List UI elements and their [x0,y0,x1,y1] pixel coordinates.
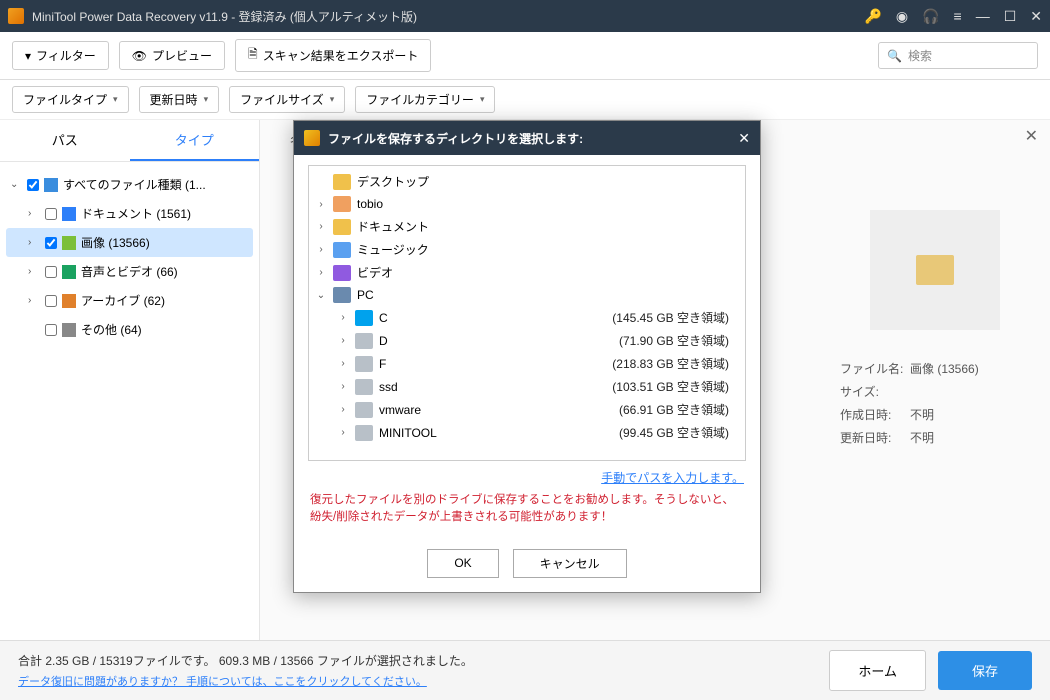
dir-row[interactable]: › F (218.83 GB 空き領域) [313,352,741,375]
drive-icon [355,379,373,395]
chevron-icon: › [337,381,349,392]
dir-row[interactable]: › tobio [313,193,741,215]
folder-icon [333,174,351,190]
dir-name: MINITOOL [379,426,613,440]
pc-icon [333,287,351,303]
warning-text: 復元したファイルを別のドライブに保存することをお勧めします。そうしないと、紛失/… [310,492,744,527]
dir-name: ミュージック [357,241,723,258]
drive-icon [355,333,373,349]
dir-freespace: (218.83 GB 空き領域) [612,355,729,372]
drive-icon [355,356,373,372]
chevron-icon: › [337,358,349,369]
dir-name: デスクトップ [357,173,723,190]
chevron-icon: ⌄ [315,290,327,301]
dir-row[interactable]: › MINITOOL (99.45 GB 空き領域) [313,421,741,444]
dir-row[interactable]: デスクトップ [313,170,741,193]
dir-name: D [379,334,613,348]
dir-row[interactable]: › ビデオ [313,261,741,284]
dir-freespace: (71.90 GB 空き領域) [619,332,729,349]
cancel-button[interactable]: キャンセル [513,549,627,578]
dir-name: ビデオ [357,264,723,281]
dir-name: tobio [357,197,723,211]
directory-tree[interactable]: デスクトップ › tobio › ドキュメント › ミュージック › ビデオ ⌄ PC › C (145.… [308,165,746,461]
dialog-close-icon[interactable]: ✕ [738,130,750,147]
dir-row[interactable]: › ssd (103.51 GB 空き領域) [313,375,741,398]
dir-name: C [379,311,606,325]
chevron-icon: › [337,335,349,346]
dialog-titlebar: ファイルを保存するディレクトリを選択します: ✕ [294,121,760,155]
save-directory-dialog: ファイルを保存するディレクトリを選択します: ✕ デスクトップ › tobio › ドキ… [293,120,761,593]
drive-icon [355,425,373,441]
dir-freespace: (145.45 GB 空き領域) [612,309,729,326]
chevron-icon: › [337,427,349,438]
manual-path-link[interactable]: 手動でパスを入力します。 [310,469,744,486]
dir-freespace: (99.45 GB 空き領域) [619,424,729,441]
chevron-icon: › [315,199,327,210]
chevron-icon: › [337,404,349,415]
chevron-icon: › [315,244,327,255]
ok-button[interactable]: OK [427,549,498,578]
chevron-icon: › [315,221,327,232]
dialog-title: ファイルを保存するディレクトリを選択します: [328,130,738,147]
dir-name: F [379,357,606,371]
drive-icon [355,402,373,418]
dir-row[interactable]: › ドキュメント [313,215,741,238]
video-icon [333,265,351,281]
dir-freespace: (66.91 GB 空き領域) [619,401,729,418]
music-icon [333,242,351,258]
chevron-icon: › [337,312,349,323]
win-icon [355,310,373,326]
dir-name: PC [357,288,723,302]
dir-name: ssd [379,380,606,394]
dir-row[interactable]: › C (145.45 GB 空き領域) [313,306,741,329]
dir-row[interactable]: › D (71.90 GB 空き領域) [313,329,741,352]
user-icon [333,196,351,212]
dialog-icon [304,130,320,146]
dir-row[interactable]: › ミュージック [313,238,741,261]
dir-row[interactable]: ⌄ PC [313,284,741,306]
dir-freespace: (103.51 GB 空き領域) [612,378,729,395]
folder-icon [333,219,351,235]
dir-row[interactable]: › vmware (66.91 GB 空き領域) [313,398,741,421]
dir-name: ドキュメント [357,218,723,235]
chevron-icon: › [315,267,327,278]
dir-name: vmware [379,403,613,417]
